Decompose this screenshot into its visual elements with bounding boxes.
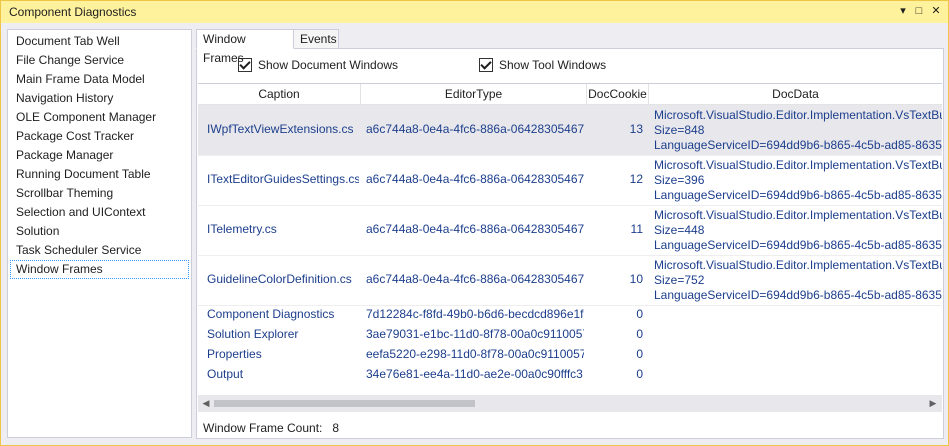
caption-cell: Properties (207, 347, 262, 361)
table-row[interactable]: GuidelineColorDefinition.cs a6c744a8-0e4a… (198, 255, 942, 306)
caption-cell: Output (207, 367, 244, 381)
docdata-cell: Microsoft.VisualStudio.Editor.Implementa… (654, 258, 942, 303)
dropdown-icon[interactable]: ▾ (896, 4, 910, 18)
editortype-cell: 3ae79031-e1bc-11d0-8f78-00a0c9110057 (366, 327, 584, 341)
table-row[interactable]: ITelemetry.cs a6c744a8-0e4a-4fc6-886a-064… (198, 205, 942, 256)
docdata-line: Microsoft.VisualStudio.Editor.Implementa… (654, 258, 942, 272)
doccookie-cell: 12 (629, 172, 643, 186)
editortype-cell: a6c744a8-0e4a-4fc6-886a-064283054674 (366, 122, 584, 136)
doccookie-cell: 0 (636, 327, 643, 341)
column-header-doccookie[interactable]: DocCookie (587, 84, 649, 104)
doccookie-cell: 10 (629, 272, 643, 286)
window-frames-panel: Show Document Windows Show Tool Windows … (196, 48, 944, 439)
doccookie-cell: 11 (630, 222, 643, 236)
doccookie-cell: 0 (636, 347, 643, 361)
docdata-line: LanguageServiceID=694dd9b6-b865-4c5b-ad8… (654, 288, 942, 302)
docdata-line: Microsoft.VisualStudio.Editor.Implementa… (654, 158, 942, 172)
doccookie-cell: 0 (636, 307, 643, 321)
sidebar-item-solution[interactable]: Solution (10, 222, 189, 241)
column-header-editortype[interactable]: EditorType (361, 84, 587, 104)
sidebar-item-document-tab-well[interactable]: Document Tab Well (10, 32, 189, 51)
editortype-cell: a6c744a8-0e4a-4fc6-886a-064283054674 (366, 172, 584, 186)
show-tool-windows-checkbox[interactable]: Show Tool Windows (479, 57, 606, 73)
docdata-line: Size=396 (654, 173, 705, 187)
editortype-cell: eefa5220-e298-11d0-8f78-00a0c9110057 (366, 347, 584, 361)
sidebar-item-window-frames[interactable]: Window Frames (10, 260, 189, 279)
docdata-line: LanguageServiceID=694dd9b6-b865-4c5b-ad8… (654, 238, 942, 252)
status-bar: Window Frame Count: 8 (203, 421, 339, 435)
table-row[interactable]: ITextEditorGuidesSettings.cs a6c744a8-0e4… (198, 155, 942, 206)
docdata-line: Size=448 (654, 223, 705, 237)
table-row[interactable]: Output 34e76e81-ee4a-11d0-ae2e-00a0c90fff… (198, 365, 942, 385)
tab-events[interactable]: Events (293, 29, 339, 49)
editortype-cell: a6c744a8-0e4a-4fc6-886a-064283054674 (366, 222, 584, 236)
sidebar-item-ole-component-manager[interactable]: OLE Component Manager (10, 108, 189, 127)
table-row[interactable]: Solution Explorer 3ae79031-e1bc-11d0-8f78… (198, 325, 942, 345)
scroll-right-icon[interactable]: ▶ (927, 397, 939, 409)
docdata-cell: Microsoft.VisualStudio.Editor.Implementa… (654, 208, 942, 253)
docdata-line: LanguageServiceID=694dd9b6-b865-4c5b-ad8… (654, 138, 942, 152)
sidebar-item-package-cost-tracker[interactable]: Package Cost Tracker (10, 127, 189, 146)
docdata-line: Microsoft.VisualStudio.Editor.Implementa… (654, 208, 942, 222)
scrollbar-thumb[interactable] (214, 400, 475, 407)
doccookie-cell: 13 (629, 122, 643, 136)
docdata-cell: Microsoft.VisualStudio.Editor.Implementa… (654, 108, 942, 153)
title-bar[interactable]: Component Diagnostics ▾ □ ✕ (1, 1, 948, 23)
caption-cell: ITelemetry.cs (207, 222, 277, 236)
scroll-left-icon[interactable]: ◀ (200, 397, 212, 409)
sidebar-item-selection-and-uicontext[interactable]: Selection and UIContext (10, 203, 189, 222)
component-diagnostics-window: Component Diagnostics ▾ □ ✕ Document Tab… (0, 0, 949, 446)
window-title: Component Diagnostics (9, 5, 137, 19)
horizontal-scrollbar[interactable]: ◀ ▶ (198, 395, 942, 412)
caption-cell: IWpfTextViewExtensions.cs (207, 122, 354, 136)
table-row[interactable]: Component Diagnostics 7d12284c-f8fd-49b0-… (198, 305, 942, 325)
caption-cell: ITextEditorGuidesSettings.cs (207, 172, 359, 186)
show-document-windows-label: Show Document Windows (258, 58, 399, 72)
tab-window-frames[interactable]: Window Frames (196, 29, 294, 65)
editortype-cell: 7d12284c-f8fd-49b0-b6d6-becdcd896e1f (366, 307, 584, 321)
sidebar-item-main-frame-data-model[interactable]: Main Frame Data Model (10, 70, 189, 89)
frame-count-value: 8 (332, 421, 340, 435)
maximize-icon[interactable]: □ (912, 4, 926, 18)
caption-cell: Component Diagnostics (207, 307, 335, 321)
editortype-cell: 34e76e81-ee4a-11d0-ae2e-00a0c90fffc3 (366, 367, 583, 381)
docdata-line: Size=848 (654, 123, 705, 137)
sidebar-item-package-manager[interactable]: Package Manager (10, 146, 189, 165)
sidebar-item-task-scheduler-service[interactable]: Task Scheduler Service (10, 241, 189, 260)
docdata-line: Microsoft.VisualStudio.Editor.Implementa… (654, 108, 942, 122)
docdata-line: LanguageServiceID=694dd9b6-b865-4c5b-ad8… (654, 188, 942, 202)
sidebar-item-running-document-table[interactable]: Running Document Table (10, 165, 189, 184)
table-row[interactable]: IWpfTextViewExtensions.cs a6c744a8-0e4a-4… (198, 105, 942, 156)
checkbox-checked-icon[interactable] (479, 57, 493, 72)
frame-count-label: Window Frame Count: (203, 421, 323, 435)
window-frames-grid: Caption EditorType DocCookie DocData IWp… (198, 83, 942, 420)
grid-header: Caption EditorType DocCookie DocData (198, 84, 942, 105)
editortype-cell: a6c744a8-0e4a-4fc6-886a-064283054674 (366, 272, 584, 286)
column-header-caption[interactable]: Caption (198, 84, 361, 104)
component-list[interactable]: Document Tab Well File Change Service Main… (7, 29, 192, 438)
show-tool-windows-label: Show Tool Windows (499, 58, 607, 72)
docdata-line: Size=752 (654, 273, 705, 287)
sidebar-item-file-change-service[interactable]: File Change Service (10, 51, 189, 70)
sidebar-item-navigation-history[interactable]: Navigation History (10, 89, 189, 108)
show-document-windows-checkbox[interactable]: Show Document Windows (238, 57, 398, 73)
close-icon[interactable]: ✕ (929, 4, 943, 18)
column-header-docdata[interactable]: DocData (649, 84, 942, 104)
table-row[interactable]: Properties eefa5220-e298-11d0-8f78-00a0c9… (198, 345, 942, 365)
sidebar-item-scrollbar-theming[interactable]: Scrollbar Theming (10, 184, 189, 203)
caption-cell: GuidelineColorDefinition.cs (207, 272, 352, 286)
docdata-cell: Microsoft.VisualStudio.Editor.Implementa… (654, 158, 942, 203)
doccookie-cell: 0 (636, 367, 643, 381)
caption-cell: Solution Explorer (207, 327, 299, 341)
